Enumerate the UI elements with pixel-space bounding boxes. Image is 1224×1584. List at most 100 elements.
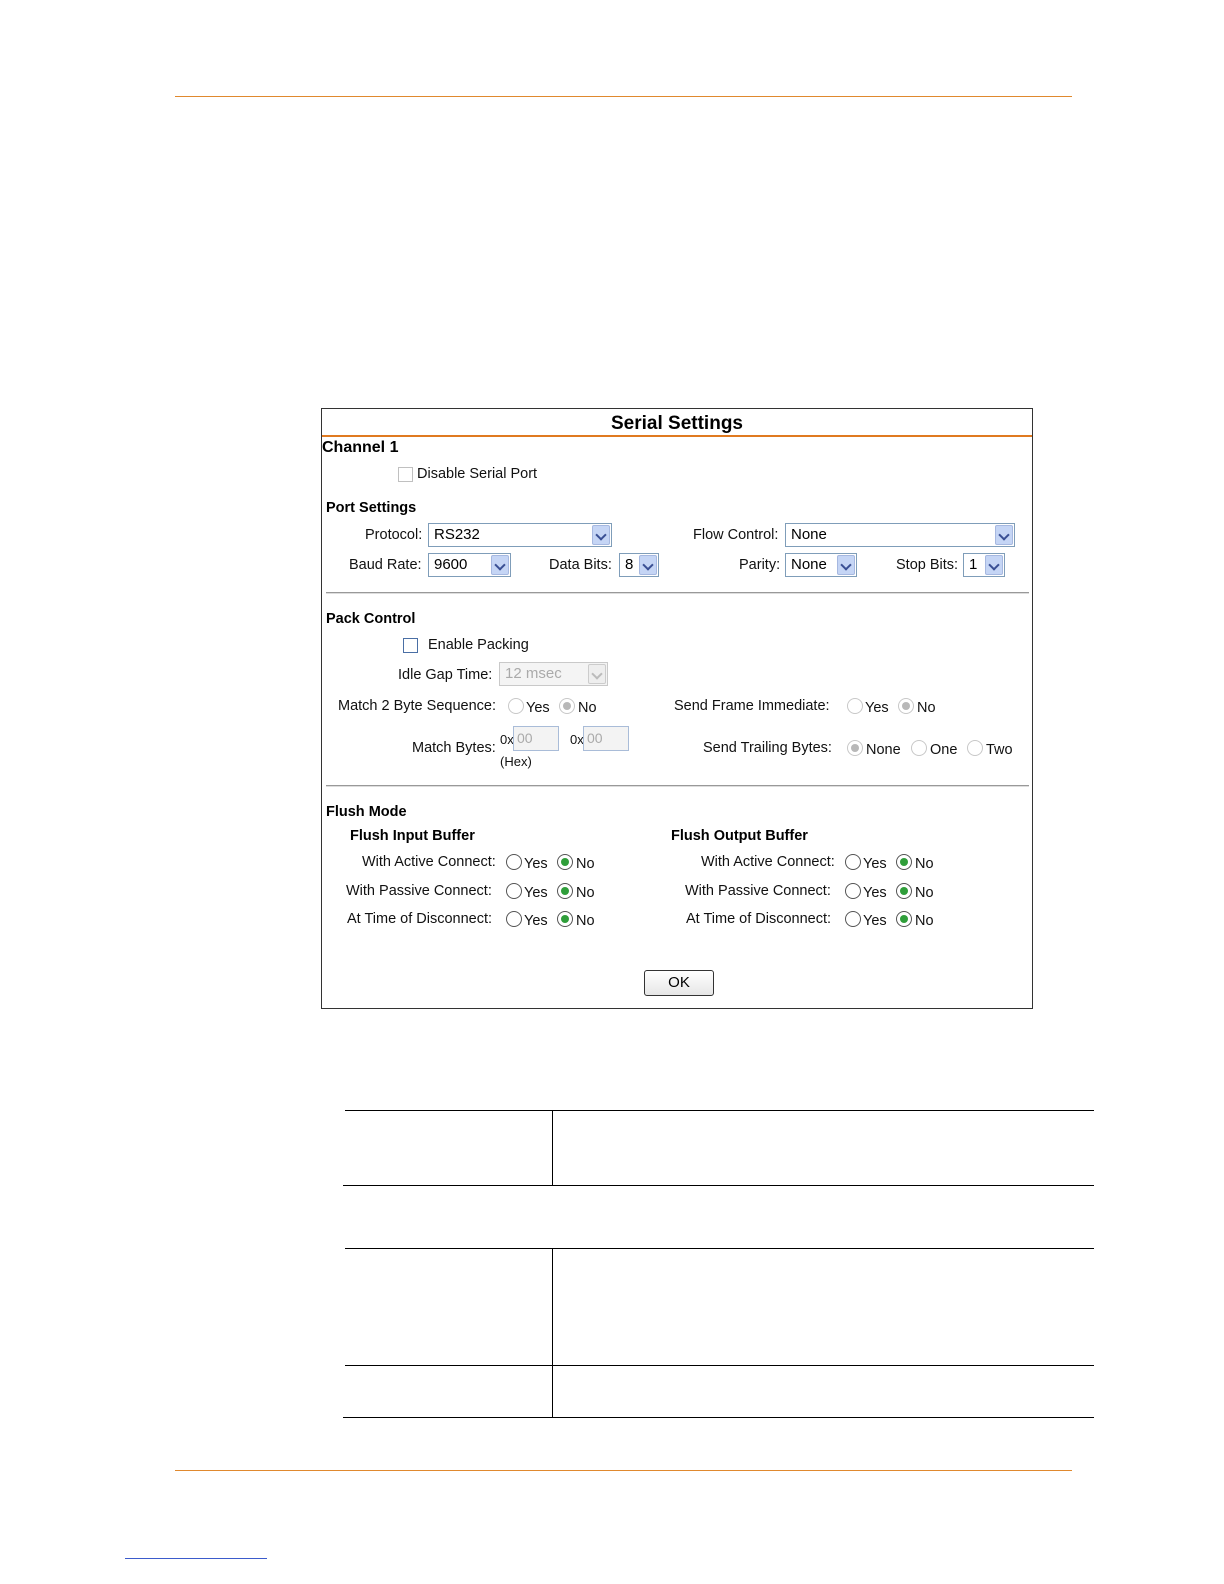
chevron-down-icon <box>995 525 1013 545</box>
input-passive-label: With Passive Connect: <box>346 883 492 899</box>
footer-rule <box>175 1470 1072 1471</box>
baud-rate-value: 9600 <box>434 556 468 573</box>
trailing-bytes-label: Send Trailing Bytes: <box>703 740 832 756</box>
output-passive-yes-label: Yes <box>863 885 887 901</box>
output-active-label: With Active Connect: <box>701 854 835 870</box>
baud-rate-select[interactable]: 9600 <box>428 553 511 577</box>
input-disconnect-no-label: No <box>576 913 595 929</box>
trailing-none-radio[interactable] <box>847 740 863 756</box>
protocol-select[interactable]: RS232 <box>428 523 612 547</box>
output-active-no-label: No <box>915 856 934 872</box>
stop-bits-select[interactable]: 1 <box>963 553 1005 577</box>
trailing-two-label: Two <box>986 742 1013 758</box>
send-frame-no-label: No <box>917 700 936 716</box>
table-2-column-divider <box>552 1248 553 1418</box>
disable-serial-port-checkbox[interactable] <box>398 467 413 482</box>
header-rule <box>175 96 1072 97</box>
input-active-label: With Active Connect: <box>362 854 496 870</box>
idle-gap-select[interactable]: 12 msec <box>499 662 608 686</box>
table-2-row-divider <box>345 1365 1094 1366</box>
send-frame-no-radio[interactable] <box>898 698 914 714</box>
enable-packing-checkbox[interactable] <box>403 638 418 653</box>
input-passive-yes-radio[interactable] <box>506 883 522 899</box>
input-disconnect-no-radio[interactable] <box>557 911 573 927</box>
match-sequence-no-label: No <box>578 700 597 716</box>
baud-rate-label: Baud Rate: <box>349 557 422 573</box>
output-passive-no-label: No <box>915 885 934 901</box>
send-frame-yes-label: Yes <box>865 700 889 716</box>
match-sequence-yes-radio[interactable] <box>508 698 524 714</box>
serial-settings-panel: Serial Settings Channel 1 Disable Serial… <box>321 408 1033 1009</box>
output-passive-no-radio[interactable] <box>896 883 912 899</box>
table-2-bottom-border <box>343 1417 1094 1418</box>
hex-note: (Hex) <box>500 754 532 769</box>
input-active-yes-radio[interactable] <box>506 854 522 870</box>
match-sequence-yes-label: Yes <box>526 700 550 716</box>
idle-gap-label: Idle Gap Time: <box>398 667 493 683</box>
send-frame-label: Send Frame Immediate: <box>674 698 830 714</box>
chevron-down-icon <box>639 555 657 575</box>
flush-input-heading: Flush Input Buffer <box>350 828 475 844</box>
match-sequence-no-radio[interactable] <box>559 698 575 714</box>
input-active-yes-label: Yes <box>524 856 548 872</box>
data-bits-label: Data Bits: <box>549 557 612 573</box>
table-2-top-border <box>345 1248 1094 1249</box>
trailing-none-label: None <box>866 742 901 758</box>
protocol-value: RS232 <box>434 526 480 543</box>
stop-bits-label: Stop Bits: <box>896 557 959 573</box>
input-active-no-radio[interactable] <box>557 854 573 870</box>
input-active-no-label: No <box>576 856 595 872</box>
port-settings-heading: Port Settings <box>326 500 417 516</box>
chevron-down-icon <box>985 555 1003 575</box>
output-disconnect-label: At Time of Disconnect: <box>686 911 832 927</box>
protocol-label: Protocol: <box>365 527 423 543</box>
chevron-down-icon <box>588 664 606 684</box>
chevron-down-icon <box>491 555 509 575</box>
output-disconnect-no-label: No <box>915 913 934 929</box>
input-disconnect-yes-radio[interactable] <box>506 911 522 927</box>
match-sequence-label: Match 2 Byte Sequence: <box>338 698 496 714</box>
output-disconnect-yes-radio[interactable] <box>845 911 861 927</box>
chevron-down-icon <box>837 555 855 575</box>
output-active-yes-radio[interactable] <box>845 854 861 870</box>
trailing-one-label: One <box>930 742 958 758</box>
output-active-no-radio[interactable] <box>896 854 912 870</box>
chevron-down-icon <box>592 525 610 545</box>
output-disconnect-no-radio[interactable] <box>896 911 912 927</box>
input-passive-no-radio[interactable] <box>557 883 573 899</box>
flow-control-value: None <box>791 526 827 543</box>
input-disconnect-label: At Time of Disconnect: <box>347 911 493 927</box>
match-bytes-label: Match Bytes: <box>412 740 496 756</box>
output-disconnect-yes-label: Yes <box>863 913 887 929</box>
pack-control-heading: Pack Control <box>326 611 416 627</box>
parity-select[interactable]: None <box>785 553 857 577</box>
parity-label: Parity: <box>739 557 781 573</box>
output-passive-label: With Passive Connect: <box>685 883 831 899</box>
data-bits-value: 8 <box>625 556 634 573</box>
hex-prefix-2: 0x <box>570 732 584 747</box>
trailing-two-radio[interactable] <box>967 740 983 756</box>
send-frame-yes-radio[interactable] <box>847 698 863 714</box>
channel-label: Channel 1 <box>322 439 399 456</box>
match-byte-2-input[interactable]: 00 <box>583 726 629 751</box>
disable-serial-port-label: Disable Serial Port <box>417 466 538 482</box>
table-1-top-border <box>345 1110 1094 1111</box>
flow-control-label: Flow Control: <box>693 527 779 543</box>
flow-control-select[interactable]: None <box>785 523 1015 547</box>
match-byte-1-input[interactable]: 00 <box>513 726 559 751</box>
trailing-one-radio[interactable] <box>911 740 927 756</box>
input-passive-yes-label: Yes <box>524 885 548 901</box>
divider <box>326 785 1029 787</box>
table-1-column-divider <box>552 1110 553 1185</box>
data-bits-select[interactable]: 8 <box>619 553 659 577</box>
footer-link-underline <box>125 1558 267 1559</box>
input-passive-no-label: No <box>576 885 595 901</box>
input-disconnect-yes-label: Yes <box>524 913 548 929</box>
output-passive-yes-radio[interactable] <box>845 883 861 899</box>
parity-value: None <box>791 556 827 573</box>
table-1-bottom-border <box>343 1185 1094 1186</box>
hex-prefix-1: 0x <box>500 732 514 747</box>
ok-button[interactable]: OK <box>644 970 714 996</box>
flush-mode-heading: Flush Mode <box>326 804 407 820</box>
panel-title: Serial Settings <box>322 409 1032 437</box>
